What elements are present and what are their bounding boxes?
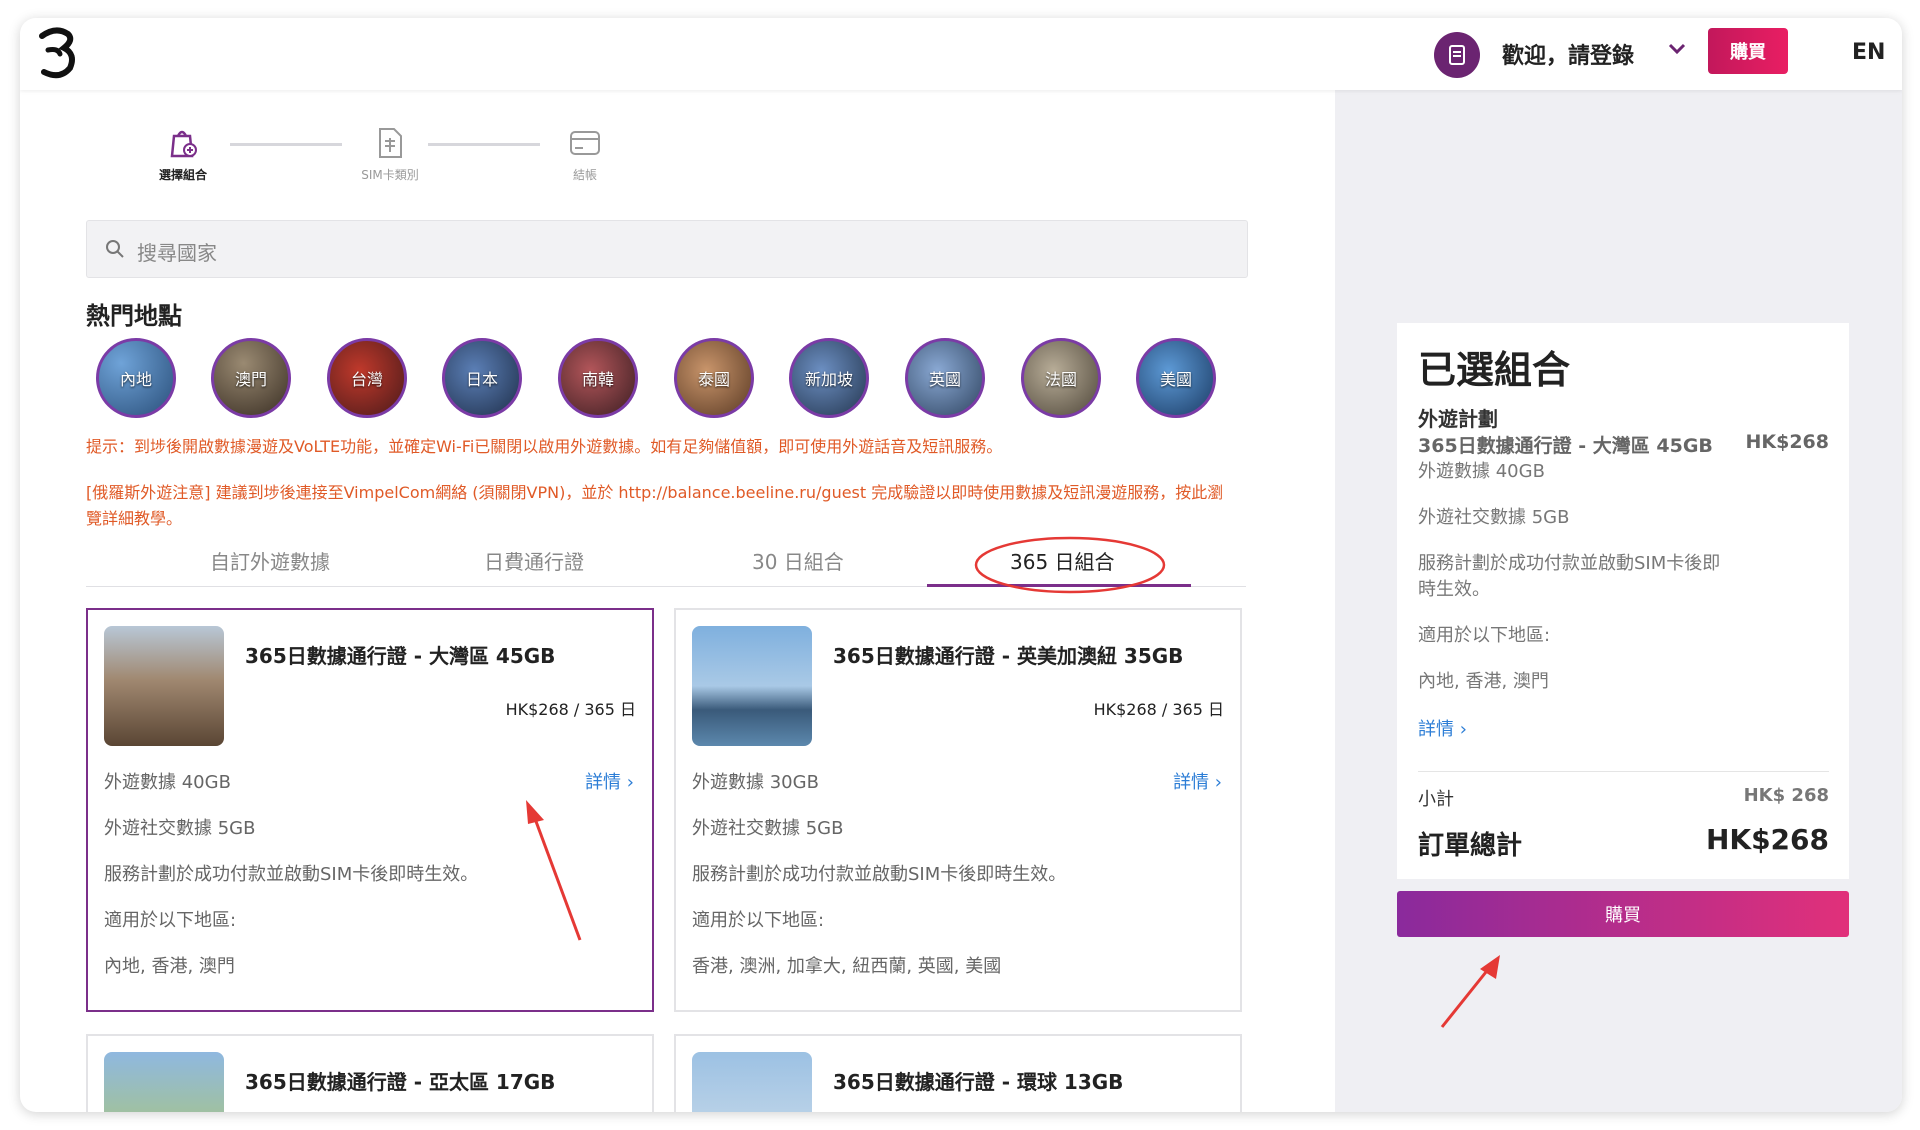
step-select-plan: 選擇組合 [148,126,218,183]
destination-taiwan[interactable]: 台灣 [327,338,407,418]
plan-title: 365日數據通行證 - 英美加澳紐 35GB [833,644,1184,668]
chevron-right-icon: › [1214,772,1222,793]
summary-region-label: 適用於以下地區: [1418,625,1551,646]
plan-image-city [692,1052,812,1112]
chevron-right-icon: › [1459,719,1467,740]
subtotal-label: 小計 [1418,789,1454,810]
order-total-value: HK$268 [1705,823,1829,856]
plan-data: 外遊數據 30GB [692,772,819,793]
account-icon[interactable] [1434,32,1480,78]
highlight-circle-annotation [974,536,1166,594]
plan-social-data: 外遊社交數據 5GB [692,818,844,839]
details-label: 詳情 [1418,719,1454,740]
step-connector [230,143,342,146]
chevron-down-icon[interactable] [1668,42,1686,56]
details-label: 詳情 [585,772,622,793]
destination-mainland[interactable]: 內地 [96,338,176,418]
plan-note: 服務計劃於成功付款並啟動SIM卡後即時生效。 [692,864,1067,885]
summary-regions: 內地, 香港, 澳門 [1418,671,1549,692]
credit-card-icon [570,131,600,155]
plan-card-apac-17gb[interactable]: 365日數據通行證 - 亞太區 17GB [86,1034,654,1112]
destination-korea[interactable]: 南韓 [558,338,638,418]
app-window: 歡迎，請登錄 購買 EN 選擇組合 SIM卡類別 結帳 搜尋國家 熱門地點 內地… [20,18,1902,1112]
three-logo-icon[interactable] [30,24,82,84]
destination-thailand[interactable]: 泰國 [674,338,754,418]
step-label: SIM卡類別 [361,168,419,182]
purchase-button[interactable]: 購買 [1397,891,1849,937]
plan-image-great-wall [104,1052,224,1112]
plan-social-data: 外遊社交數據 5GB [104,818,256,839]
login-link[interactable]: 歡迎，請登錄 [1502,38,1634,70]
summary-item-price: HK$268 [1745,431,1829,453]
summary-details-link[interactable]: 詳情 › [1418,715,1467,741]
summary-divider [1418,771,1829,772]
plan-details-link[interactable]: 詳情 › [1173,768,1222,794]
top-header: 歡迎，請登錄 購買 EN [20,18,1902,90]
step-label: 選擇組合 [158,168,207,182]
plan-title: 365日數據通行證 - 大灣區 45GB [245,644,556,668]
destination-usa[interactable]: 美國 [1136,338,1216,418]
destination-uk[interactable]: 英國 [905,338,985,418]
order-total-label: 訂單總計 [1418,831,1523,861]
russia-notice-line1: [俄羅斯外遊注意] 建議到埗後連接至VimpelCom網絡 (須關閉VPN)，並… [86,483,1224,502]
arrow-annotation [526,800,582,941]
tab-custom-data[interactable]: 自訂外遊數據 [210,546,330,575]
plan-regions: 香港, 澳洲, 加拿大, 紐西蘭, 英國, 美國 [692,956,1002,977]
popular-destinations-title: 熱門地點 [86,302,182,330]
summary-social: 外遊社交數據 5GB [1418,507,1570,528]
tab-day-pass[interactable]: 日費通行證 [484,546,584,575]
plan-card-global-13gb[interactable]: 365日數據通行證 - 環球 13GB [674,1034,1242,1112]
search-icon [106,240,124,258]
plan-price: HK$268 / 365 日 [505,700,636,719]
summary-note-line1: 服務計劃於成功付款並啟動SIM卡後即 [1418,553,1721,574]
plan-regions: 內地, 香港, 澳門 [104,956,235,977]
sim-card-icon [379,128,402,158]
summary-note-line2: 時生效。 [1418,579,1490,600]
subtotal-value: HK$ 268 [1743,785,1829,806]
destination-japan[interactable]: 日本 [442,338,522,418]
summary-title: 已選組合 [1418,348,1571,392]
plan-image-skyline [692,626,812,746]
bag-plus-icon [170,130,197,158]
summary-plan-label: 外遊計劃 [1418,407,1498,431]
plan-data: 外遊數據 40GB [104,772,231,793]
step-label: 結帳 [572,168,597,182]
plan-details-link[interactable]: 詳情 › [585,768,634,794]
plan-title: 365日數據通行證 - 亞太區 17GB [245,1070,556,1094]
plan-region-label: 適用於以下地區: [692,910,825,931]
step-connector [428,143,540,146]
destination-macau[interactable]: 澳門 [211,338,291,418]
selected-plan-summary: 已選組合 外遊計劃 365日數據通行證 - 大灣區 45GB HK$268 外遊… [1397,323,1849,879]
destination-singapore[interactable]: 新加坡 [789,338,869,418]
step-sim-type: SIM卡類別 [350,126,430,183]
details-label: 詳情 [1173,772,1210,793]
tab-30-day[interactable]: 30 日組合 [752,546,844,575]
roaming-tip: 提示：到埗後開啟數據漫遊及VoLTE功能，並確定Wi-Fi已關閉以啟用外遊數據。… [86,437,1003,456]
plan-card-uk-us-35gb[interactable]: 365日數據通行證 - 英美加澳紐 35GB HK$268 / 365 日 外遊… [674,608,1242,1012]
russia-notice-line2[interactable]: 覽詳細教學。 [86,506,182,532]
arrow-annotation [1440,955,1500,1028]
plan-price: HK$268 / 365 日 [1093,700,1224,719]
country-search-input[interactable]: 搜尋國家 [86,220,1248,278]
plan-note: 服務計劃於成功付款並啟動SIM卡後即時生效。 [104,864,479,885]
plan-region-label: 適用於以下地區: [104,910,237,931]
header-buy-button[interactable]: 購買 [1708,28,1788,74]
plan-title: 365日數據通行證 - 環球 13GB [833,1070,1124,1094]
step-checkout: 結帳 [550,126,620,183]
chevron-right-icon: › [626,772,634,793]
search-placeholder: 搜尋國家 [137,241,217,265]
summary-item-name: 365日數據通行證 - 大灣區 45GB [1418,435,1713,457]
summary-data: 外遊數據 40GB [1418,461,1545,482]
destination-france[interactable]: 法國 [1021,338,1101,418]
language-toggle[interactable]: EN [1852,40,1885,65]
plan-image-ruins [104,626,224,746]
